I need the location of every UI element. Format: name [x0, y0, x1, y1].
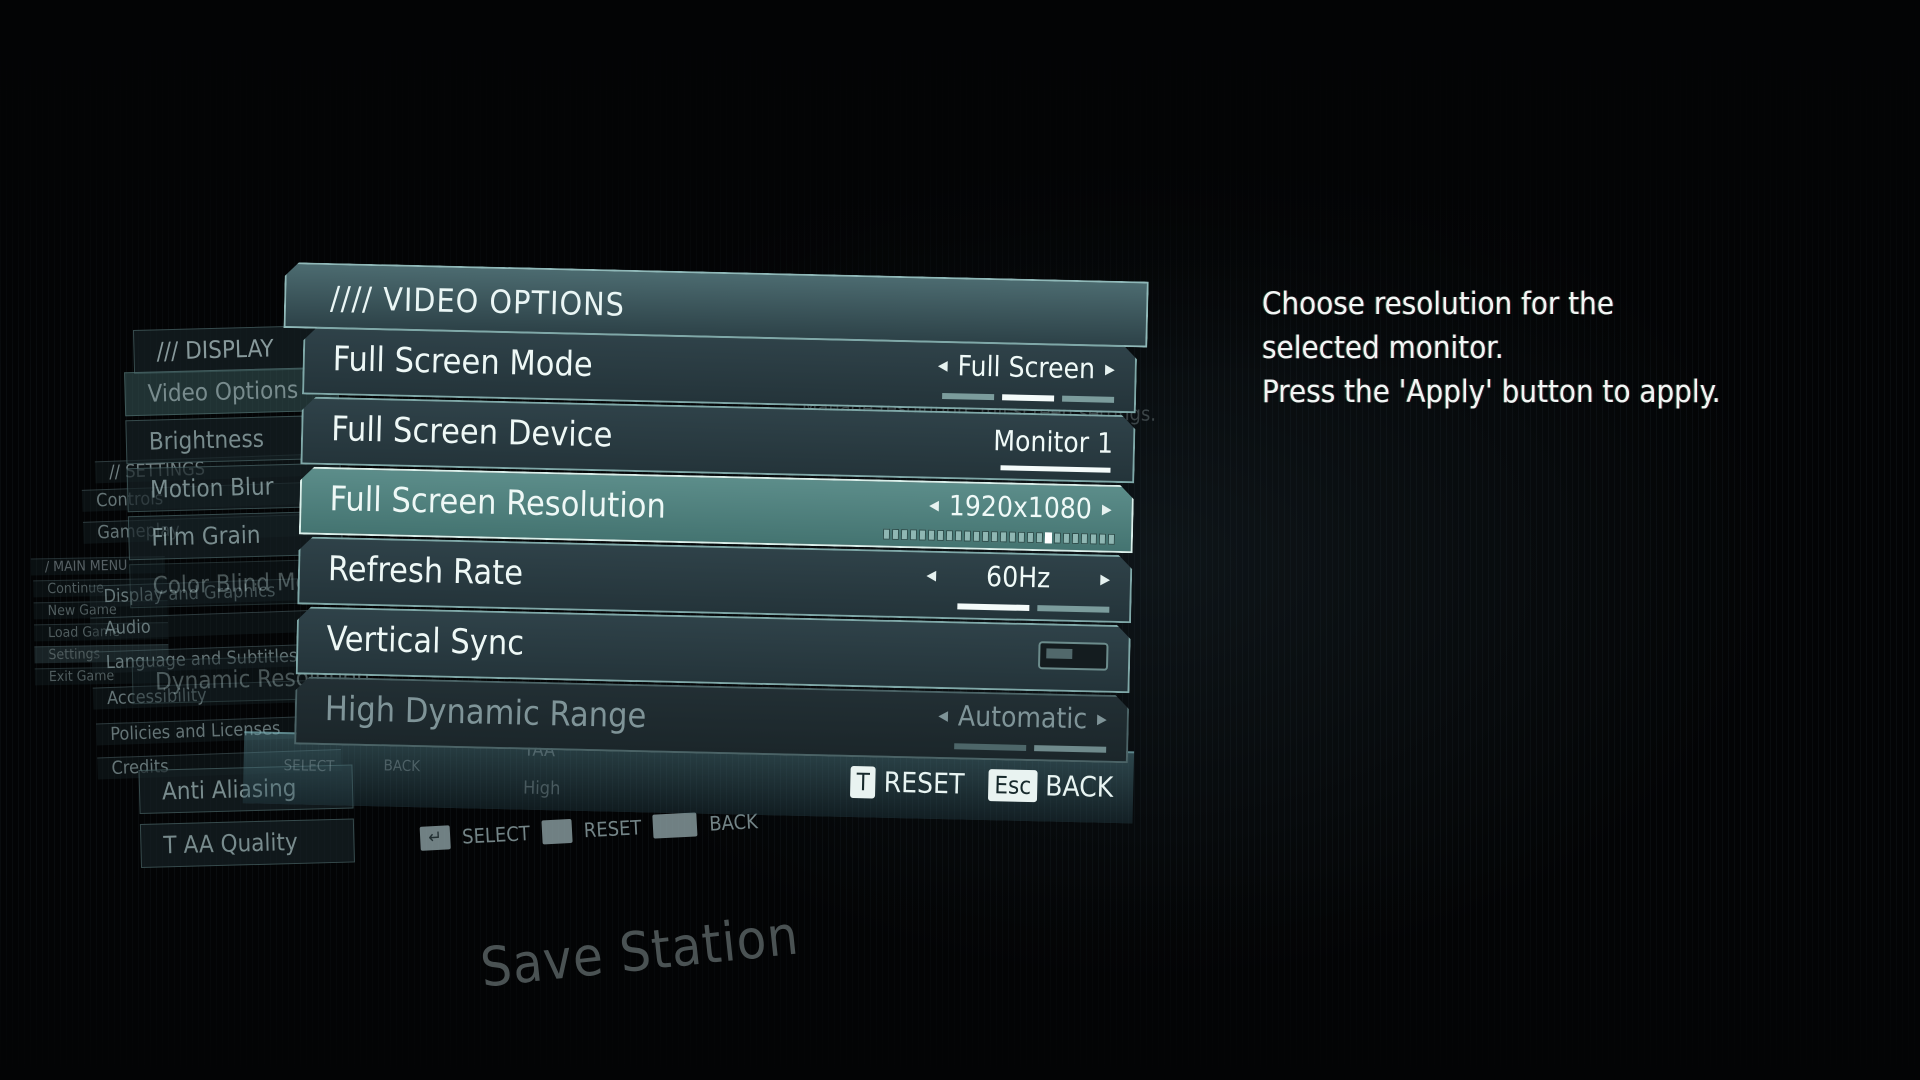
reset-label: RESET: [883, 765, 965, 801]
resolution-ticks: [883, 529, 1115, 545]
segment-active: [957, 603, 1029, 611]
option-value: Monitor 1: [992, 424, 1114, 460]
tick: [1018, 532, 1025, 543]
video-options-panel: Manage resolution, full screen settings.…: [242, 262, 1156, 851]
tick: [1072, 533, 1079, 544]
vertical-sync-toggle[interactable]: [1038, 641, 1109, 671]
tick: [991, 531, 998, 542]
tick: [964, 530, 971, 541]
tick: [1036, 532, 1043, 543]
ghost-value-quality: High: [522, 777, 561, 800]
tick: [973, 531, 980, 542]
option-value: 60Hz: [985, 559, 1051, 595]
option-label: Full Screen Resolution: [329, 479, 667, 527]
tick: [946, 530, 953, 541]
selector-segments: [942, 393, 1114, 403]
toggle-knob: [1046, 648, 1072, 659]
option-value-selector[interactable]: ◀ 60Hz ▶: [926, 559, 1110, 596]
tick: [883, 529, 890, 540]
arrow-right-icon[interactable]: ▶: [1102, 501, 1112, 517]
esc-key-icon: Esc: [988, 768, 1038, 802]
selector-segments: [954, 743, 1106, 752]
segment: [1037, 605, 1109, 613]
segment-active: [1002, 394, 1054, 401]
tick: [1063, 533, 1070, 544]
segment: [942, 393, 994, 400]
tick: [1081, 533, 1088, 544]
tick: [1009, 531, 1016, 542]
tick: [982, 531, 989, 542]
option-value-selector[interactable]: Monitor 1: [993, 424, 1113, 460]
option-value-selector[interactable]: ◀ Full Screen ▶: [938, 349, 1116, 386]
tick: [1054, 533, 1061, 544]
option-label: Vertical Sync: [326, 619, 525, 664]
ghost-upper-footer-select: SELECT: [283, 756, 335, 776]
option-value: 1920x1080: [948, 489, 1093, 526]
arrow-right-icon: ▶: [1096, 711, 1108, 728]
page-title: //// VIDEO OPTIONS: [329, 279, 626, 324]
tick: [901, 529, 908, 540]
selector-segments: [957, 603, 1109, 612]
tick: [892, 529, 899, 540]
arrow-right-icon[interactable]: ▶: [1100, 571, 1110, 587]
back-button[interactable]: Esc BACK: [988, 768, 1114, 804]
tick: [919, 529, 926, 540]
t-key-icon: T: [850, 765, 877, 799]
tick: [937, 530, 944, 541]
tick: [955, 530, 962, 541]
reset-button[interactable]: T RESET: [850, 765, 965, 801]
tick: [1027, 532, 1034, 543]
option-value: Full Screen: [957, 349, 1096, 386]
tick: [910, 529, 917, 540]
option-value: Automatic: [957, 699, 1088, 736]
help-description: Choose resolution for the selected monit…: [1262, 286, 1721, 410]
arrow-left-icon[interactable]: ◀: [938, 357, 948, 373]
option-value-selector[interactable]: ◀ 1920x1080 ▶: [929, 489, 1112, 526]
segment-active: [1034, 745, 1106, 753]
segment: [1062, 396, 1114, 403]
option-label: Full Screen Mode: [332, 339, 594, 386]
option-label: Refresh Rate: [327, 549, 524, 594]
back-label: BACK: [1044, 769, 1114, 804]
tick: [1108, 534, 1115, 545]
video-options-footer: T RESET Esc BACK: [850, 765, 1114, 804]
arrow-left-icon[interactable]: ◀: [926, 567, 936, 583]
arrow-left-icon: ◀: [938, 707, 949, 724]
tick-active: [1045, 532, 1052, 543]
tick: [928, 530, 935, 541]
option-label: High Dynamic Range: [324, 689, 647, 737]
option-value-selector: ◀ Automatic ▶: [938, 699, 1107, 736]
arrow-right-icon[interactable]: ▶: [1105, 361, 1115, 377]
arrow-left-icon[interactable]: ◀: [929, 497, 939, 513]
tick: [1000, 531, 1007, 542]
tick: [1099, 534, 1106, 545]
segment: [954, 743, 1026, 751]
value-underline: [1000, 465, 1110, 472]
ghost-upper-footer-back: BACK: [383, 756, 421, 776]
option-label: Full Screen Device: [330, 409, 613, 456]
tick: [1090, 533, 1097, 544]
